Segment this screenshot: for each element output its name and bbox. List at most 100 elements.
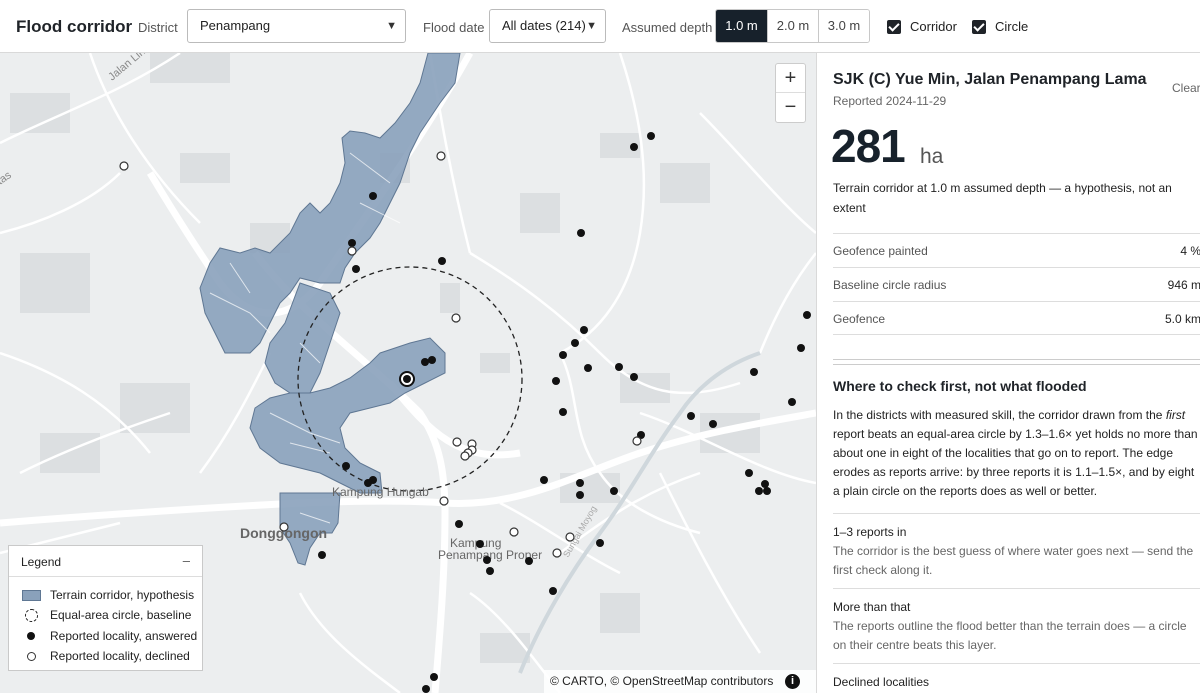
legend-label: Reported locality, declined [50,649,190,663]
declined-point [552,548,562,558]
stat-value: 946 m [1167,278,1200,292]
divider [833,663,1200,664]
legend-label: Terrain corridor, hypothesis [50,588,195,602]
zoom-out-button[interactable]: − [776,93,805,122]
answered-point [580,326,588,334]
place-name: SJK (C) Yue Min, Jalan Penampang Lama [833,71,1147,88]
legend-divider [9,576,202,577]
answered-point [610,487,618,495]
circle-toggle[interactable]: Circle [972,19,1028,34]
legend-item-declined: Reported locality, declined [21,649,190,663]
answered-point [352,265,360,273]
answered-point [421,358,429,366]
legend-collapse-button[interactable]: – [183,553,190,568]
district-label: District [138,20,178,35]
declined-point [451,313,461,323]
answered-point [630,143,638,151]
answered-point [763,487,771,495]
answered-point [576,479,584,487]
stat-key: Geofence painted [833,244,928,258]
answered-point [369,192,377,200]
answered-point [525,557,533,565]
declined-point [509,527,519,537]
depth-option-1m[interactable]: 1.0 m [716,10,767,42]
answered-point [615,363,623,371]
declined-point [439,496,449,506]
flood-date-select[interactable]: All dates (214) ▼ [489,9,606,43]
declined-point [347,246,357,256]
chevron-down-icon: ▼ [386,20,397,32]
answered-point [803,311,811,319]
app-title: Flood corridor [16,17,133,36]
stat-key: Baseline circle radius [833,278,947,292]
declined-point [436,151,446,161]
corridor-checkbox[interactable] [887,19,901,34]
answered-point [687,412,695,420]
answered-point [577,229,585,237]
stat-key: Geofence [833,312,886,326]
answered-point [364,479,372,487]
answered-point [571,339,579,347]
info-icon[interactable]: i [785,674,800,689]
reported-date: Reported 2024-11-29 [833,94,947,108]
legend-item-corridor: Terrain corridor, hypothesis [21,588,194,602]
map-label-kampung-hungab: Kampung Hungab [332,485,429,499]
selected-locality-marker[interactable] [399,371,415,387]
answered-point [430,673,438,681]
answered-localities [318,132,811,693]
hollow-dot-icon [21,649,41,663]
guidance-text-emphasis: first [1165,408,1186,422]
answered-point [422,685,430,693]
circle-checkbox-label: Circle [995,19,1029,34]
corridor-swatch-icon [21,588,41,602]
declined-point [460,451,470,461]
answered-point [483,556,491,564]
guidance-heading: Where to check first, not what flooded [833,378,1087,394]
stat-value: 4 % [1180,244,1200,258]
details-panel: SJK (C) Yue Min, Jalan Penampang Lama Cl… [816,53,1200,693]
zoom-in-button[interactable]: + [776,64,805,93]
top-toolbar: Flood corridor District Penampang ▼ Floo… [0,0,1200,53]
depth-option-2m[interactable]: 2.0 m [767,10,818,42]
answered-point [788,398,796,406]
section-text-early: The corridor is the best guess of where … [833,544,1194,577]
declined-point [119,161,129,171]
declined-point [452,437,462,447]
answered-point [552,377,560,385]
depth-option-3m[interactable]: 3.0 m [818,10,869,42]
stat-value: 5.0 km [1164,312,1200,326]
answered-point [761,480,769,488]
depth-label: Assumed depth [622,20,713,35]
section-title-early: 1–3 reports in [833,525,907,539]
filled-dot-icon [21,629,41,643]
map-legend: Legend – Terrain corridor, hypothesis Eq… [8,545,203,671]
corridor-toggle[interactable]: Corridor [887,19,957,34]
section-title-later: More than that [833,600,911,614]
guidance-text-b: report beats an equal-area circle by 1.3… [833,427,1198,498]
map-canvas[interactable]: Jalan Lintas tas Kampung Hungab Donggong… [0,53,816,693]
stat-row-circle-radius: Baseline circle radius 946 m [833,267,1200,301]
flood-date-label: Flood date [423,20,485,35]
answered-point [549,587,557,595]
clear-button[interactable]: Clear [1172,81,1200,95]
answered-point [559,408,567,416]
corridor-area-value: 281 [831,120,906,172]
attribution-text[interactable]: © CARTO, © OpenStreetMap contributors [550,674,773,688]
answered-point [438,257,446,265]
section-title-declined: Declined localities [833,675,930,689]
stat-row-geofence: Geofence 5.0 km [833,301,1200,335]
answered-point [750,368,758,376]
divider [833,513,1200,514]
corridor-area-unit: ha [920,145,944,168]
answered-point [596,539,604,547]
circle-checkbox[interactable] [972,19,986,34]
chevron-down-icon: ▼ [586,20,597,32]
declined-point [565,532,575,542]
answered-point [342,462,350,470]
district-select[interactable]: Penampang ▼ [187,9,406,43]
answered-point [559,351,567,359]
answered-point [540,476,548,484]
answered-point [476,540,484,548]
declined-point [632,436,642,446]
corridor-checkbox-label: Corridor [910,19,957,34]
